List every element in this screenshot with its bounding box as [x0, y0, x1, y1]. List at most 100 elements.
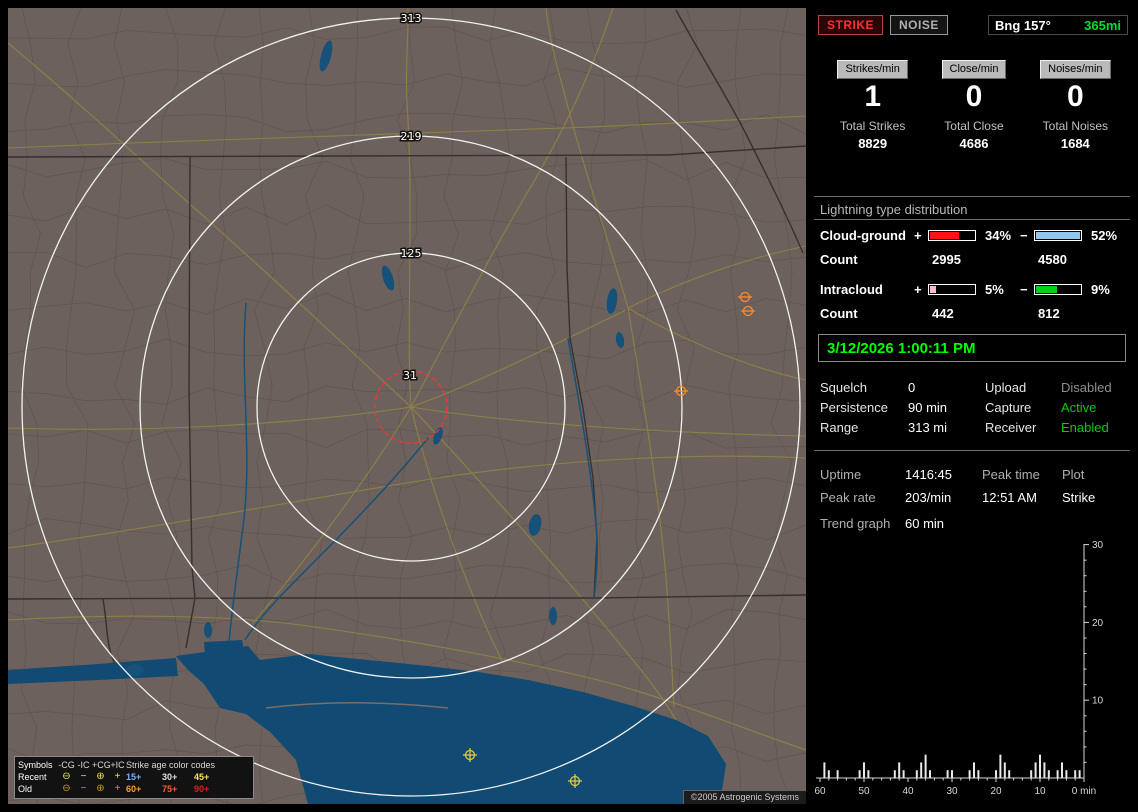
peak-time-value: 12:51 AM [982, 490, 1037, 505]
age-badge-90: 90+ [194, 784, 210, 794]
legend-col-pos-cg: +CG [92, 760, 111, 770]
cloud-ground-label: Cloud-ground [820, 227, 906, 243]
legend-recent-label: Recent [18, 772, 47, 782]
cloud-ground-count-row: Count 2995 4580 [814, 250, 1130, 268]
svg-text:0 min: 0 min [1072, 786, 1096, 797]
bearing-range: 365mi [1084, 17, 1121, 33]
uptime-panel: Uptime 1416:45 Peak time Plot Peak rate … [814, 463, 1130, 509]
peak-rate-value: 203/min [905, 490, 952, 505]
trend-graph-header: Trend graph 60 min [814, 516, 1130, 531]
plot-label: Plot [1062, 467, 1085, 482]
close-per-min-label: Close/min [941, 60, 1007, 79]
range-ring-label-31: 31 [403, 369, 417, 382]
peak-rate-label: Peak rate [820, 490, 876, 505]
recent-neg-ic-icon: − [80, 771, 87, 782]
ic-negative-bar-fill [1036, 285, 1058, 293]
persistence-value: 90 min [908, 399, 948, 415]
cg-positive-pct: 34% [985, 227, 1012, 243]
svg-text:20: 20 [990, 786, 1002, 797]
age-badge-15: 15+ [126, 772, 142, 782]
old-neg-cg-icon: ⊖ [62, 783, 71, 794]
legend-symbols-header: Symbols [18, 760, 53, 770]
cloud-ground-row: Cloud-ground + 34% − 52% [814, 226, 1130, 244]
ic-positive-bar [928, 283, 976, 295]
count-label: Count [820, 251, 858, 267]
persistence-label: Persistence [820, 399, 888, 415]
range-ring-label-125: 125 [401, 247, 422, 260]
close-rate-column: Close/min 0 Total Close 4686 [923, 60, 1024, 151]
svg-text:40: 40 [902, 786, 914, 797]
age-badge-45: 45+ [194, 772, 210, 782]
minus-sign: − [1020, 227, 1028, 243]
upload-status: Disabled [1061, 379, 1112, 395]
strikes-per-min-value: 1 [864, 80, 881, 113]
rate-panel: Strikes/min 1 Total Strikes 8829 Close/m… [822, 60, 1126, 151]
copyright-notice: ©2005 Astrogenic Systems [682, 790, 806, 804]
peak-time-label: Peak time [982, 467, 1040, 482]
noise-mode-button[interactable]: NOISE [890, 15, 948, 35]
age-badge-30: 30+ [162, 772, 178, 782]
map-legend: Symbols -CG -IC +CG +IC Strike age color… [14, 756, 254, 799]
svg-text:30: 30 [946, 786, 958, 797]
upload-label: Upload [985, 379, 1027, 395]
cg-negative-pct: 52% [1091, 227, 1118, 243]
ic-negative-pct: 9% [1091, 281, 1110, 297]
mode-toolbar: STRIKE NOISE Bng 157° 365mi [814, 15, 1130, 35]
recent-pos-ic-icon: + [114, 771, 121, 782]
distribution-title: Lightning type distribution [820, 202, 968, 217]
ic-positive-count: 442 [932, 305, 954, 321]
cg-positive-bar [928, 229, 976, 241]
svg-text:20: 20 [1092, 618, 1104, 629]
clock-box: 3/12/2026 1:00:11 PM [818, 334, 1126, 362]
svg-text:10: 10 [1034, 786, 1046, 797]
strikes-per-min-label: Strikes/min [837, 60, 908, 79]
trend-graph-label: Trend graph [820, 516, 891, 531]
cg-positive-count: 2995 [932, 251, 961, 267]
range-ring-label-219: 219 [401, 130, 422, 143]
strike-mode-button[interactable]: STRIKE [818, 15, 884, 35]
trend-graph: 10 20 30 60 50 40 30 20 10 0 min [814, 540, 1130, 804]
uptime-value: 1416:45 [905, 467, 952, 482]
divider [814, 450, 1130, 451]
total-noises-value: 1684 [1060, 136, 1090, 151]
divider [814, 219, 1130, 220]
total-close-label: Total Close [944, 119, 1004, 133]
trend-graph-window: 60 min [905, 516, 945, 531]
intracloud-row: Intracloud + 5% − 9% [814, 280, 1130, 298]
total-strikes-label: Total Strikes [839, 119, 906, 133]
squelch-label: Squelch [820, 379, 867, 395]
squelch-value: 0 [908, 379, 916, 395]
age-badge-60: 60+ [126, 784, 142, 794]
intracloud-label: Intracloud [820, 281, 883, 297]
bearing-label: Bng 157° [995, 17, 1051, 33]
noises-per-min-value: 0 [1066, 80, 1084, 113]
total-close-value: 4686 [959, 136, 989, 151]
legend-old-label: Old [18, 784, 33, 794]
range-ring-label-313: 313 [401, 12, 422, 25]
ic-negative-count: 812 [1038, 305, 1060, 321]
count-label: Count [820, 305, 858, 321]
plus-sign: + [914, 281, 922, 297]
minus-sign: − [1020, 281, 1028, 297]
legend-col-neg-cg: -CG [58, 760, 75, 770]
ic-positive-bar-fill [930, 285, 936, 293]
radar-map[interactable]: 313 219 125 31 Symbols -CG -IC +CG +IC S… [8, 8, 806, 804]
recent-neg-cg-icon: ⊖ [62, 771, 71, 782]
legend-age-header: Strike age color codes [126, 760, 216, 770]
uptime-label: Uptime [820, 467, 862, 482]
cg-positive-bar-fill [930, 231, 959, 239]
old-pos-cg-icon: ⊕ [96, 783, 105, 794]
legend-col-neg-ic: -IC [77, 760, 90, 770]
capture-status: Active [1061, 399, 1097, 415]
cg-negative-bar-fill [1036, 231, 1081, 239]
old-pos-ic-icon: + [114, 783, 121, 794]
strikes-rate-column: Strikes/min 1 Total Strikes 8829 [822, 60, 923, 151]
receiver-label: Receiver [985, 419, 1037, 435]
age-badge-75: 75+ [162, 784, 178, 794]
total-strikes-value: 8829 [858, 136, 888, 151]
range-value: 313 mi [908, 419, 948, 435]
total-noises-label: Total Noises [1042, 119, 1109, 133]
cg-negative-bar [1034, 229, 1082, 241]
svg-text:30: 30 [1092, 540, 1104, 551]
app-window: 313 219 125 31 Symbols -CG -IC +CG +IC S… [0, 0, 1138, 812]
